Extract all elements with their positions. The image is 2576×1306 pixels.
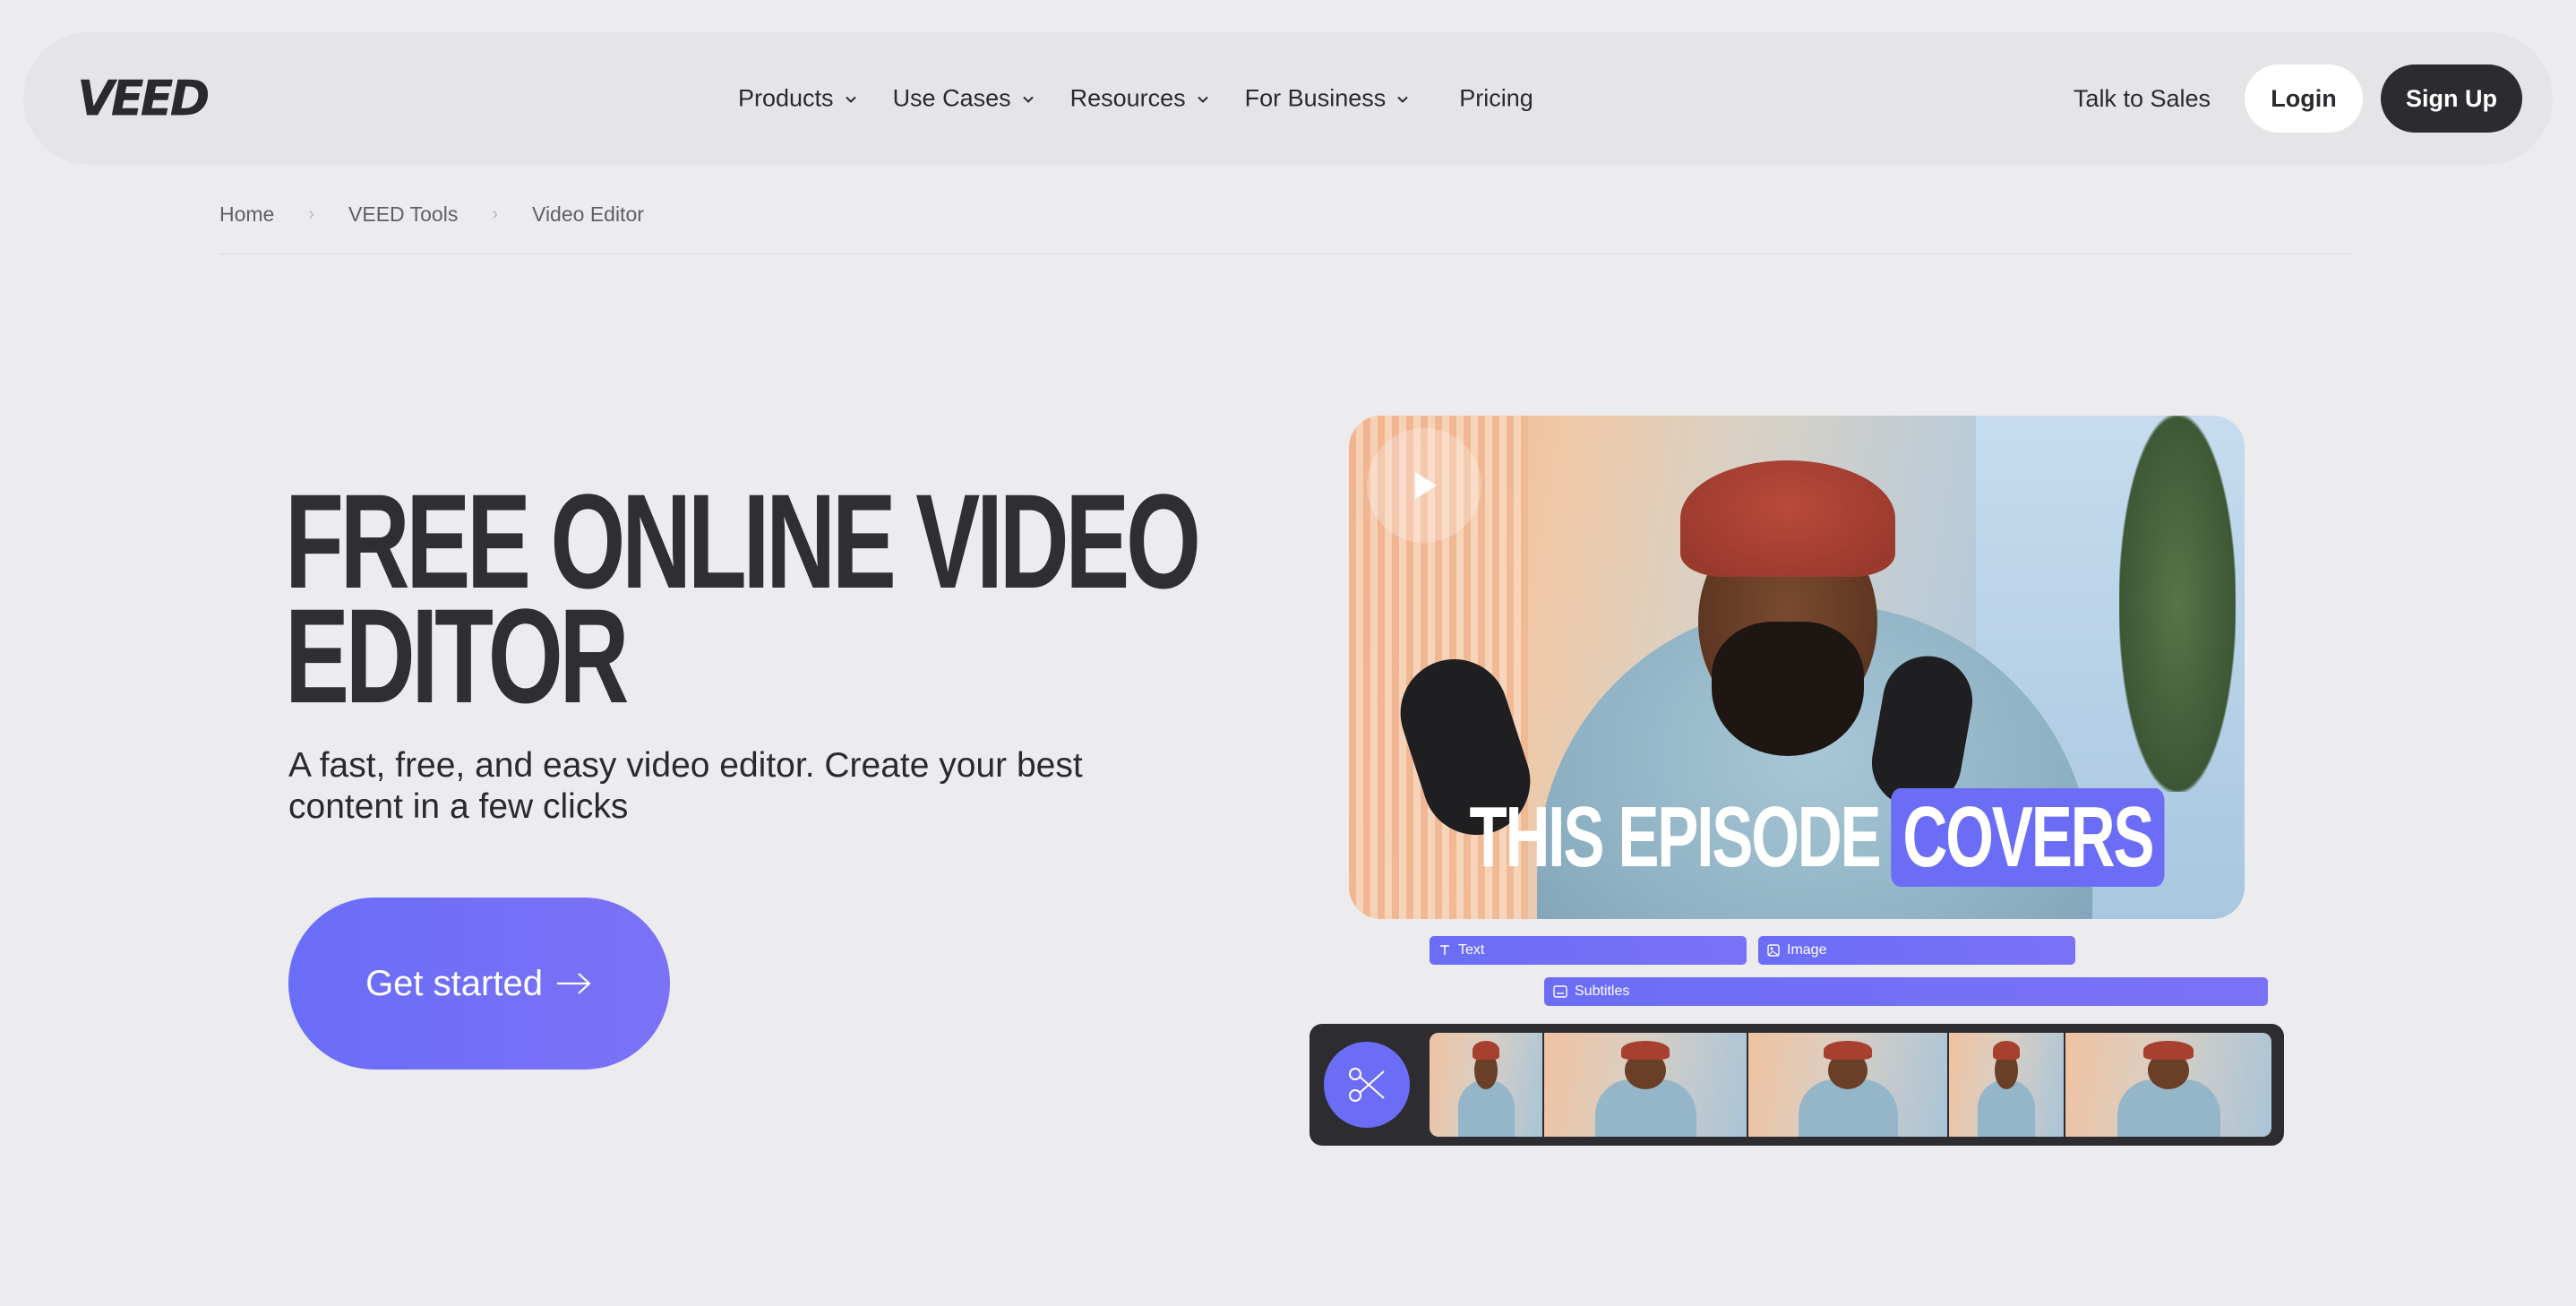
- chevron-right-icon: ›: [308, 204, 315, 224]
- text-track[interactable]: Text: [1430, 936, 1747, 965]
- video-background-plant: [2119, 416, 2236, 792]
- hero-subtitle-line-2: content in a few clicks: [288, 787, 629, 826]
- video-person-beard: [1712, 622, 1864, 756]
- timeline-thumbnail: [2065, 1033, 2271, 1137]
- nav-products[interactable]: Products: [738, 85, 859, 113]
- get-started-button[interactable]: Get started: [288, 898, 670, 1070]
- timeline-clip-strip[interactable]: [1430, 1033, 2271, 1137]
- text-icon: [1440, 945, 1449, 955]
- video-preview[interactable]: THIS EPISODE COVERS: [1349, 416, 2245, 919]
- breadcrumb-veed-tools[interactable]: VEED Tools: [348, 202, 458, 227]
- nav-products-label: Products: [738, 84, 834, 112]
- video-caption: THIS EPISODE COVERS: [1469, 788, 2165, 887]
- breadcrumb-home[interactable]: Home: [219, 202, 274, 227]
- nav-for-business[interactable]: For Business: [1245, 85, 1412, 113]
- chevron-right-icon: ›: [492, 204, 499, 224]
- signup-button[interactable]: Sign Up: [2381, 64, 2522, 133]
- timeline-thumbnail: [1430, 1033, 1544, 1137]
- nav-actions: Talk to Sales Login Sign Up: [2074, 64, 2522, 133]
- chevron-down-icon: [1397, 96, 1408, 103]
- timeline-thumbnail: [1544, 1033, 1748, 1137]
- top-navbar: VEED Products Use Cases Resources For Bu…: [23, 32, 2553, 165]
- nav-use-cases[interactable]: Use Cases: [893, 85, 1036, 113]
- nav-use-cases-label: Use Cases: [892, 84, 1011, 112]
- breadcrumb-video-editor[interactable]: Video Editor: [532, 202, 644, 227]
- video-timeline: [1309, 1024, 2284, 1146]
- breadcrumb: Home › VEED Tools › Video Editor: [219, 202, 2351, 254]
- play-button[interactable]: [1367, 428, 1481, 543]
- image-track-label: Image: [1787, 942, 1827, 958]
- hero-subtitle-line-1: A fast, free, and easy video editor. Cre…: [288, 746, 1083, 785]
- talk-to-sales-link[interactable]: Talk to Sales: [2074, 85, 2211, 113]
- scissors-icon: [1349, 1068, 1385, 1102]
- hero-title: FREE ONLINE VIDEO EDITOR: [285, 474, 1201, 723]
- chevron-down-icon: [845, 96, 856, 103]
- caption-text: THIS EPISODE: [1469, 789, 1881, 885]
- chevron-down-icon: [1022, 96, 1034, 103]
- hero-subtitle: A fast, free, and easy video editor. Cre…: [288, 745, 1095, 828]
- split-button[interactable]: [1324, 1042, 1410, 1128]
- nav-resources-label: Resources: [1069, 84, 1186, 112]
- login-button[interactable]: Login: [2245, 64, 2363, 133]
- play-icon: [1415, 472, 1437, 499]
- nav-pricing-label: Pricing: [1459, 84, 1533, 112]
- veed-logo[interactable]: VEED: [77, 71, 210, 127]
- chevron-down-icon: [1197, 96, 1208, 103]
- subtitles-track[interactable]: Subtitles: [1544, 977, 2268, 1006]
- arrow-right-icon: [556, 973, 591, 994]
- timeline-thumbnail: [1748, 1033, 1949, 1137]
- image-icon: [1767, 944, 1780, 957]
- video-person-hat: [1680, 460, 1895, 577]
- image-track[interactable]: Image: [1758, 936, 2075, 965]
- nav-resources[interactable]: Resources: [1070, 85, 1211, 113]
- subtitles-track-label: Subtitles: [1575, 984, 1630, 999]
- nav-for-business-label: For Business: [1244, 84, 1387, 112]
- get-started-label: Get started: [365, 963, 543, 1003]
- subtitles-icon: [1553, 985, 1567, 998]
- nav-pricing[interactable]: Pricing: [1459, 85, 1533, 113]
- text-track-label: Text: [1458, 942, 1485, 958]
- caption-highlight: COVERS: [1891, 788, 2165, 887]
- main-nav-menu: Products Use Cases Resources For Busines…: [738, 85, 1533, 113]
- timeline-thumbnail: [1949, 1033, 2065, 1137]
